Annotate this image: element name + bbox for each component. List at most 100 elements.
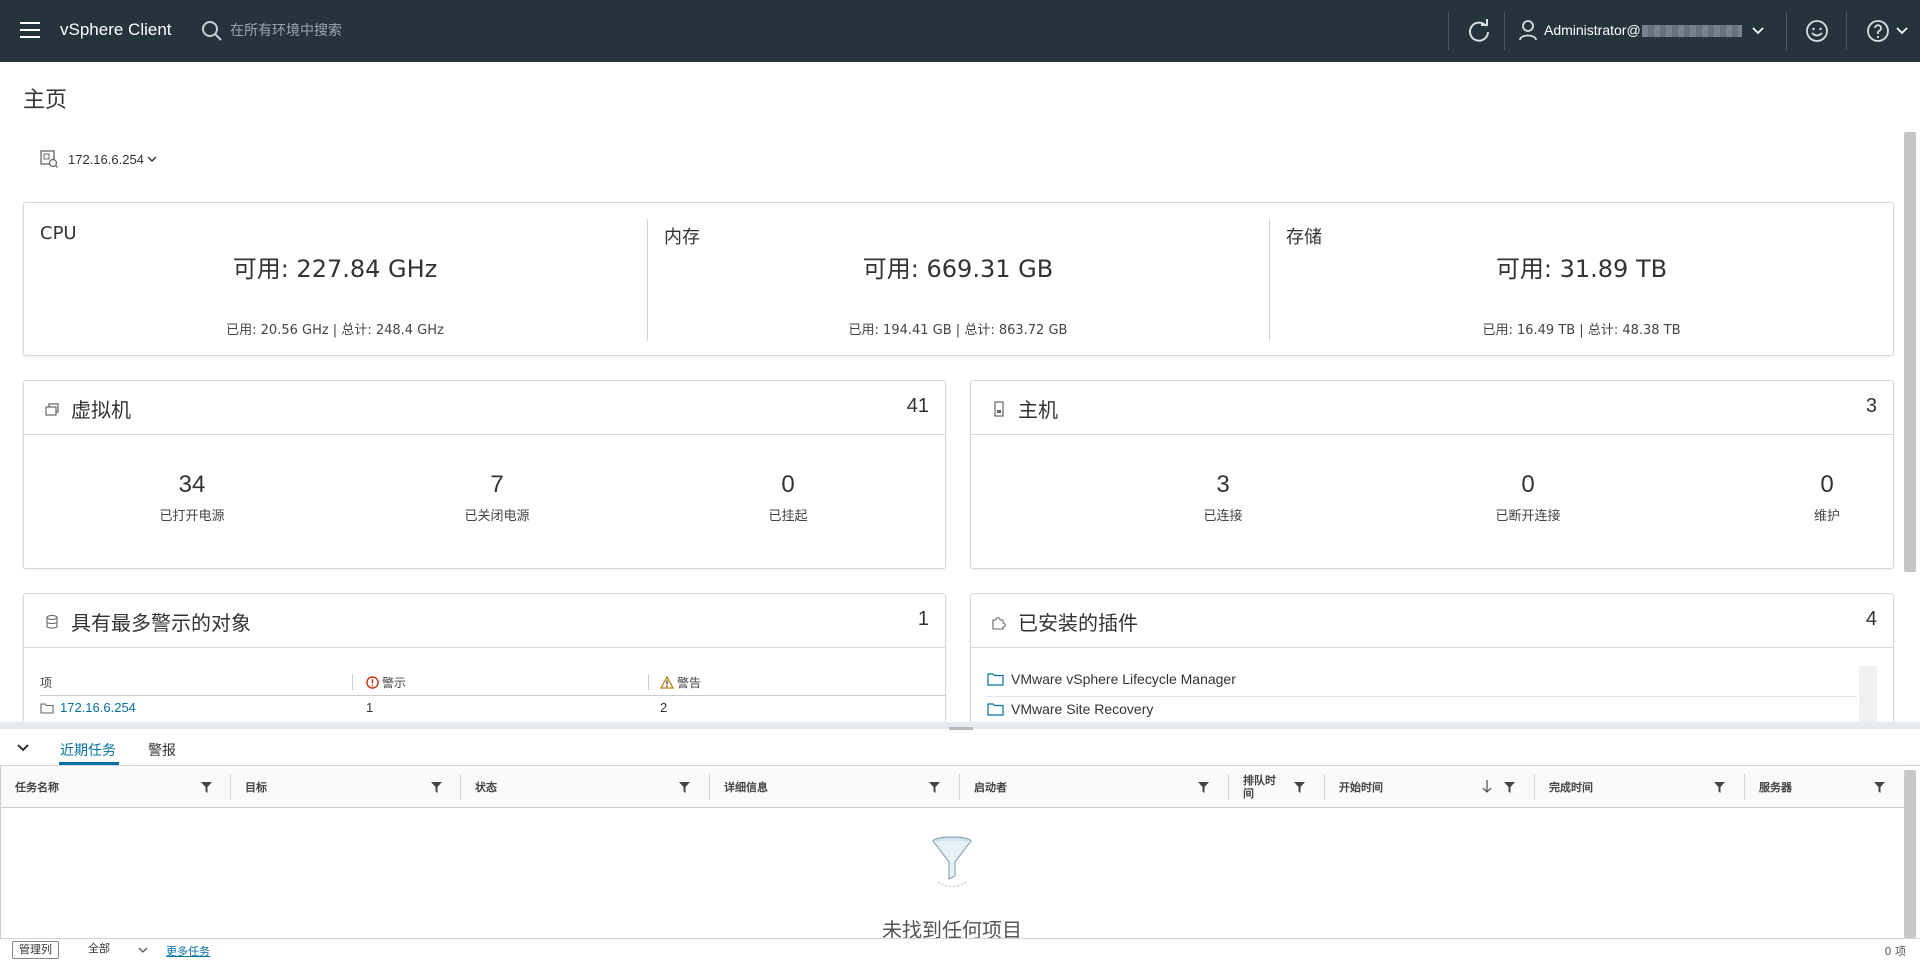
- column-separator[interactable]: [648, 674, 649, 690]
- column-header-status[interactable]: 状态: [461, 766, 709, 808]
- help-icon[interactable]: [1866, 19, 1890, 43]
- empty-filter-funnel-icon: [932, 836, 972, 888]
- more-tasks-link[interactable]: 更多任务: [166, 943, 210, 959]
- list-item[interactable]: VMware vSphere Lifecycle Manager: [987, 671, 1236, 687]
- hosts-card: 主机 3 3 已连接 0 已断开连接 0 维护: [970, 380, 1894, 569]
- stat-label: 维护: [1813, 509, 1840, 524]
- column-header-details[interactable]: 详细信息: [710, 766, 959, 808]
- column-label: 开始时间: [1339, 781, 1383, 794]
- stat-value: 0: [781, 471, 795, 498]
- chevron-down-icon[interactable]: [1752, 26, 1764, 36]
- column-label: 警告: [677, 675, 702, 690]
- resource-available: 可用: 669.31 GB: [862, 255, 1054, 283]
- column-header-alarms[interactable]: 警示: [366, 672, 406, 692]
- user-icon[interactable]: [1518, 19, 1538, 41]
- user-menu[interactable]: Administrator@: [1544, 22, 1742, 38]
- page-title: 主页: [23, 88, 68, 113]
- filter-icon[interactable]: [201, 782, 212, 793]
- feedback-smiley-icon[interactable]: [1805, 19, 1829, 43]
- vm-powered-on-stat[interactable]: 34 已打开电源: [102, 471, 282, 524]
- list-divider: [987, 696, 1857, 697]
- item-count: 0 项: [1884, 945, 1907, 958]
- column-header-target[interactable]: 目标: [231, 766, 460, 808]
- column-label: 项: [40, 675, 53, 690]
- top-alerts-card: 具有最多警示的对象 1 项 警示 警告 172.16.6.254 1 2: [23, 593, 946, 723]
- host-connected-stat[interactable]: 3 已连接: [1133, 471, 1313, 524]
- vm-icon: [45, 403, 59, 416]
- column-header-warnings[interactable]: 警告: [660, 672, 701, 692]
- alert-item-link[interactable]: 172.16.6.254: [60, 700, 136, 715]
- stat-value: 34: [178, 471, 206, 498]
- stat-label: 已打开电源: [159, 509, 225, 524]
- card-title[interactable]: 虚拟机: [71, 394, 131, 423]
- folder-icon: [987, 703, 1004, 716]
- plugins-scrollbar[interactable]: [1859, 666, 1877, 723]
- refresh-icon[interactable]: [1466, 18, 1492, 44]
- list-item[interactable]: VMware Site Recovery: [987, 701, 1153, 717]
- folder-icon: [987, 673, 1004, 686]
- column-label: 排队时间: [1243, 774, 1276, 800]
- task-filter-select[interactable]: 全部: [78, 941, 152, 959]
- column-label: 服务器: [1759, 781, 1792, 794]
- card-header: 主机 3: [971, 381, 1893, 435]
- redacted-domain: [1641, 25, 1742, 38]
- stat-value: 3: [1216, 471, 1230, 498]
- warning-count: 2: [660, 700, 668, 715]
- column-header-task-name[interactable]: 任务名称: [1, 766, 230, 808]
- filter-icon[interactable]: [1504, 782, 1515, 793]
- filter-icon[interactable]: [1294, 782, 1305, 793]
- resource-summary-panel: CPU 可用: 227.84 GHz 已用: 20.56 GHz | 总计: 2…: [23, 202, 1894, 356]
- column-header-item[interactable]: 项: [40, 672, 52, 692]
- stat-value: 7: [490, 471, 504, 498]
- host-server-icon: [994, 401, 1004, 417]
- column-separator[interactable]: [352, 674, 353, 690]
- tab-recent-tasks[interactable]: 近期任务: [60, 740, 116, 760]
- stat-label: 已连接: [1203, 509, 1243, 524]
- column-header-queued-time[interactable]: 排队时间: [1229, 766, 1324, 808]
- tasks-grid-scrollbar[interactable]: [1904, 770, 1916, 938]
- filter-icon[interactable]: [1198, 782, 1209, 793]
- card-count: 4: [1865, 608, 1877, 630]
- installed-plugins-card: 已安装的插件 4 VMware vSphere Lifecycle Manage…: [970, 593, 1894, 723]
- cpu-resource: CPU 可用: 227.84 GHz 已用: 20.56 GHz | 总计: 2…: [24, 203, 646, 357]
- card-header: 具有最多警示的对象 1: [24, 594, 945, 648]
- resource-usage-detail: 已用: 16.49 TB | 总计: 48.38 TB: [1482, 323, 1681, 338]
- resource-available: 可用: 31.89 TB: [1495, 255, 1668, 283]
- column-label: 详细信息: [724, 781, 768, 794]
- column-header-start-time[interactable]: 开始时间: [1325, 766, 1534, 808]
- stat-value: 0: [1820, 471, 1834, 498]
- chevron-down-icon: [147, 156, 157, 162]
- vm-powered-off-stat[interactable]: 7 已关闭电源: [407, 471, 587, 524]
- tasks-grid-header: 任务名称 目标 状态 详细信息 启动者 排队时间 开始时间 完成时间 服务器: [0, 766, 1904, 808]
- filter-icon[interactable]: [679, 782, 690, 793]
- column-label: 状态: [475, 781, 497, 794]
- host-maintenance-stat[interactable]: 0 维护: [1737, 471, 1917, 524]
- sort-descending-icon[interactable]: [1482, 780, 1492, 793]
- manage-columns-button[interactable]: 管理列: [12, 941, 59, 959]
- resource-available: 可用: 227.84 GHz: [232, 255, 438, 283]
- warning-icon: [660, 675, 674, 689]
- splitter-grip[interactable]: [949, 727, 973, 730]
- filter-icon[interactable]: [929, 782, 940, 793]
- resource-label: CPU: [40, 223, 77, 244]
- global-search-input[interactable]: [230, 18, 530, 44]
- column-header-initiator[interactable]: 启动者: [960, 766, 1228, 808]
- plugin-name: VMware Site Recovery: [1011, 701, 1154, 717]
- filter-icon[interactable]: [1714, 782, 1725, 793]
- tab-alarms[interactable]: 警报: [148, 740, 176, 760]
- vm-suspended-stat[interactable]: 0 已挂起: [698, 471, 878, 524]
- card-header: 虚拟机 41: [24, 381, 945, 435]
- filter-icon[interactable]: [431, 782, 442, 793]
- card-title[interactable]: 主机: [1018, 394, 1058, 423]
- host-disconnected-stat[interactable]: 0 已断开连接: [1438, 471, 1618, 524]
- menu-icon[interactable]: [20, 22, 40, 38]
- collapse-chevron-icon[interactable]: [12, 737, 34, 759]
- column-label: 任务名称: [15, 781, 59, 794]
- app-title[interactable]: vSphere Client: [60, 20, 172, 40]
- chevron-down-icon[interactable]: [1896, 26, 1908, 36]
- chevron-down-icon: [138, 947, 148, 953]
- filter-icon[interactable]: [1874, 782, 1885, 793]
- column-header-completion-time[interactable]: 完成时间: [1535, 766, 1744, 808]
- host-selector[interactable]: 172.16.6.254: [40, 150, 157, 168]
- tasks-footer: 管理列 全部 更多任务 0 项: [0, 938, 1920, 960]
